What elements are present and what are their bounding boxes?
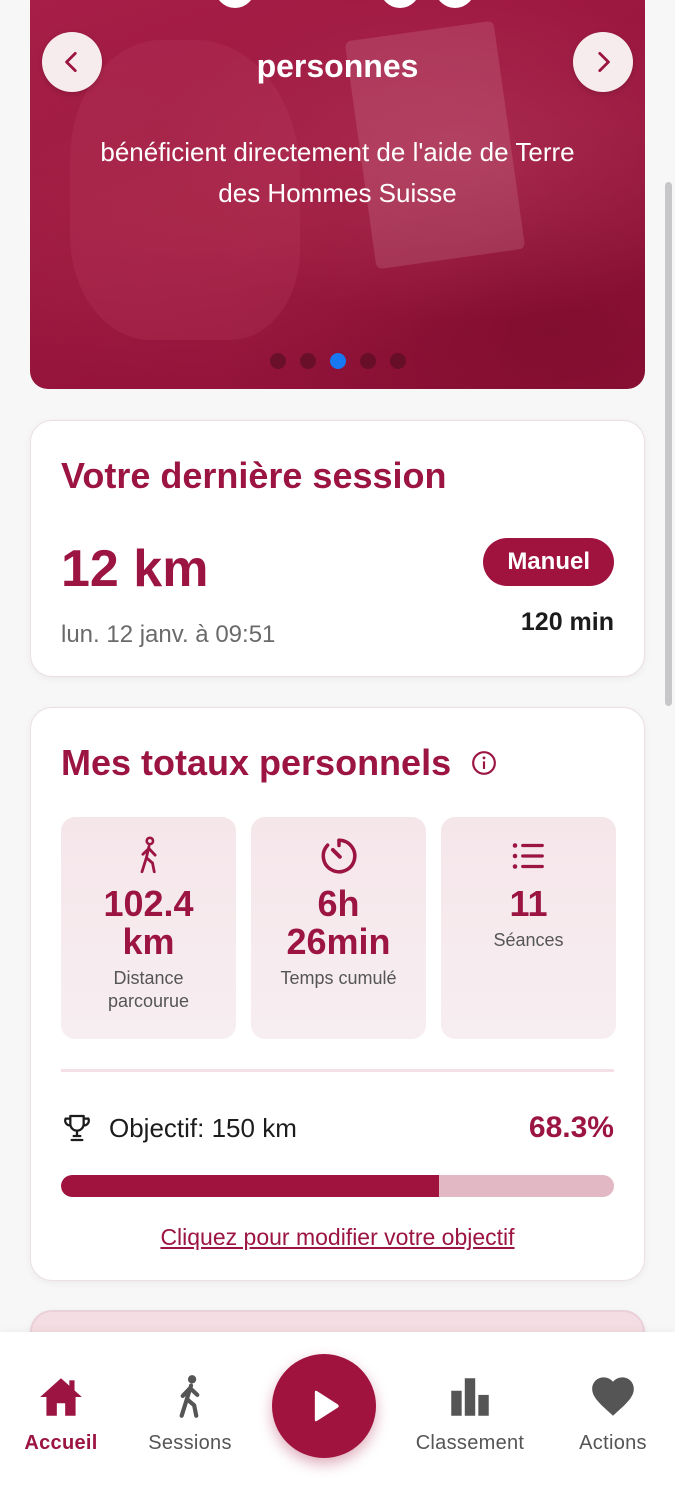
nav-accueil[interactable]: Accueil — [0, 1372, 126, 1455]
hero-cut-digit — [215, 0, 255, 8]
bar-chart-icon — [451, 1378, 489, 1416]
hero-subtitle: bénéficient directement de l'aide de Ter… — [100, 137, 575, 208]
nav-sessions[interactable]: Sessions — [125, 1372, 255, 1455]
totals-header: Mes totaux personnels — [61, 742, 497, 784]
session-type-badge: Manuel — [483, 538, 614, 586]
carousel-dot[interactable] — [269, 353, 286, 369]
stat-distance-value: 102.4 — [103, 883, 194, 924]
home-icon — [40, 1378, 82, 1416]
stat-sessions: 11 Séances — [441, 817, 616, 1039]
carousel-next-button[interactable] — [573, 32, 633, 92]
last-session-title: Votre dernière session — [61, 455, 447, 496]
stat-time-label: Temps cumulé — [280, 968, 397, 988]
stat-distance-label-line1: Distance — [113, 968, 184, 988]
hero-cut-digit — [380, 0, 420, 8]
stat-distance-label-line2: parcourue — [107, 991, 190, 1011]
last-session-date: lun. 12 janv. à 09:51 — [61, 621, 276, 648]
chevron-right-icon — [598, 51, 610, 73]
nav-classement[interactable]: Classement — [405, 1372, 535, 1455]
stat-distance-unit: km — [122, 921, 175, 962]
stat-sessions-value: 11 — [509, 883, 548, 924]
walking-person-icon — [140, 836, 157, 874]
nav-sessions-label: Sessions — [148, 1432, 232, 1454]
last-session-card[interactable]: Votre dernière session 12 km Manuel lun.… — [30, 420, 645, 677]
nav-classement-label: Classement — [415, 1432, 525, 1454]
last-session-duration: 120 min — [520, 608, 614, 636]
totals-title: Mes totaux personnels — [61, 742, 452, 783]
nav-accueil-label: Accueil — [24, 1432, 98, 1454]
walking-person-icon — [179, 1375, 200, 1418]
impact-carousel[interactable]: personnes bénéficient directement de l'a… — [30, 0, 645, 389]
goal-progress-fill — [61, 1175, 439, 1197]
heart-icon — [592, 1377, 634, 1416]
carousel-dots — [30, 353, 645, 369]
stat-time: 6h 26min Temps cumulé — [251, 817, 426, 1039]
stat-time-value-minutes: 26min — [286, 921, 391, 962]
stat-distance-label: Distance parcourue — [61, 967, 236, 1013]
hero-title: personnes — [256, 48, 419, 84]
stat-distance: 102.4 km Distance parcourue — [61, 817, 236, 1039]
stat-time-value: 6h — [317, 883, 360, 924]
bottom-nav: Accueil Sessions Classement Actions — [0, 1332, 675, 1500]
stat-sessions-label: Séances — [493, 930, 564, 950]
nav-actions-label: Actions — [579, 1432, 647, 1454]
carousel-dot[interactable] — [359, 353, 376, 369]
hero-cut-digit — [435, 0, 475, 8]
last-session-distance: 12 km — [61, 540, 209, 598]
goal-progress-bar — [61, 1175, 614, 1197]
list-icon — [512, 843, 544, 869]
play-icon — [314, 1390, 339, 1422]
nav-actions[interactable]: Actions — [548, 1372, 675, 1455]
info-icon[interactable] — [471, 750, 497, 776]
timer-icon — [321, 838, 357, 874]
start-session-button[interactable] — [272, 1354, 376, 1458]
carousel-prev-button[interactable] — [42, 32, 102, 92]
edit-goal-link[interactable]: Cliquez pour modifier votre objectif — [31, 1224, 644, 1251]
goal-row: Objectif: 150 km 68.3% — [61, 1111, 614, 1145]
carousel-dot[interactable] — [389, 353, 406, 369]
divider — [61, 1069, 614, 1072]
goal-label: Objectif: 150 km — [109, 1112, 297, 1143]
goal-left: Objectif: 150 km — [61, 1112, 297, 1144]
personal-totals-card: Mes totaux personnels 102.4 km Distance … — [30, 707, 645, 1281]
chevron-left-icon — [65, 51, 77, 73]
carousel-dot[interactable] — [299, 353, 316, 369]
carousel-dot-active[interactable] — [329, 353, 346, 369]
goal-percent: 68.3% — [528, 1111, 614, 1144]
trophy-icon — [64, 1114, 90, 1142]
scrollbar[interactable] — [665, 182, 672, 706]
